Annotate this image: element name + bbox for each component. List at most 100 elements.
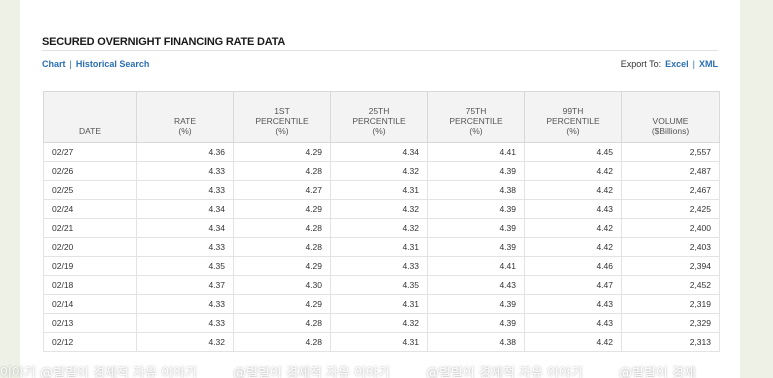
cell-75th-percentile: 4.38	[427, 332, 525, 352]
watermark-text: @벌벌이 경제적 자유 이야기	[232, 366, 390, 378]
cell-99th-percentile: 4.46	[524, 256, 622, 276]
column-header-line: 75TH	[465, 106, 487, 116]
column-header-date: DATE	[43, 91, 137, 143]
column-header-99th-percentile: 99TH PERCENTILE (%)	[524, 91, 622, 143]
cell-75th-percentile: 4.39	[427, 237, 525, 257]
cell-1st-percentile: 4.29	[233, 294, 331, 314]
column-header-25th-percentile: 25TH PERCENTILE (%)	[330, 91, 428, 143]
table-row: 02/27 4.36 4.29 4.34 4.41 4.45 2,557	[43, 142, 720, 162]
link-separator: |	[69, 59, 72, 69]
column-header-rate: RATE (%)	[136, 91, 234, 143]
table-body: 02/27 4.36 4.29 4.34 4.41 4.45 2,557 02/26 4.33 4…	[43, 142, 720, 352]
cell-date: 02/18	[43, 275, 137, 295]
cell-25th-percentile: 4.31	[330, 237, 428, 257]
table-row: 02/26 4.33 4.28 4.32 4.39 4.42 2,487	[43, 161, 720, 181]
column-header-line: 25TH	[368, 106, 390, 116]
cell-rate: 4.33	[136, 180, 234, 200]
cell-99th-percentile: 4.45	[524, 142, 622, 162]
cell-25th-percentile: 4.31	[330, 294, 428, 314]
watermark-text: @벌벌이 경제적 자유 이야기	[425, 366, 583, 378]
page-title: SECURED OVERNIGHT FINANCING RATE DATA	[42, 36, 286, 48]
cell-75th-percentile: 4.39	[427, 218, 525, 238]
cell-75th-percentile: 4.38	[427, 180, 525, 200]
column-header-line: RATE	[173, 116, 197, 126]
cell-volume: 2,487	[621, 161, 720, 181]
cell-volume: 2,400	[621, 218, 720, 238]
cell-date: 02/20	[43, 237, 137, 257]
cell-rate: 4.33	[136, 161, 234, 181]
export-excel-link[interactable]: Excel	[665, 59, 689, 69]
cell-75th-percentile: 4.43	[427, 275, 525, 295]
column-header-75th-percentile: 75TH PERCENTILE (%)	[427, 91, 525, 143]
cell-25th-percentile: 4.32	[330, 199, 428, 219]
column-header-line: (%)	[469, 126, 483, 136]
table-row: 02/12 4.32 4.28 4.31 4.38 4.42 2,313	[43, 332, 720, 352]
cell-99th-percentile: 4.43	[524, 199, 622, 219]
cell-1st-percentile: 4.28	[233, 161, 331, 181]
cell-date: 02/13	[43, 313, 137, 333]
cell-1st-percentile: 4.29	[233, 199, 331, 219]
cell-75th-percentile: 4.39	[427, 313, 525, 333]
table-row: 02/24 4.34 4.29 4.32 4.39 4.43 2,425	[43, 199, 720, 219]
cell-75th-percentile: 4.41	[427, 142, 525, 162]
historical-search-link[interactable]: Historical Search	[76, 59, 150, 69]
table-row: 02/19 4.35 4.29 4.33 4.41 4.46 2,394	[43, 256, 720, 276]
watermark-text: 이야기 @벌벌이 경제적 자유 이야기	[0, 366, 197, 378]
cell-volume: 2,319	[621, 294, 720, 314]
cell-99th-percentile: 4.43	[524, 294, 622, 314]
export-label: Export To:	[620, 59, 662, 69]
cell-volume: 2,329	[621, 313, 720, 333]
cell-rate: 4.35	[136, 256, 234, 276]
cell-date: 02/19	[43, 256, 137, 276]
cell-rate: 4.36	[136, 142, 234, 162]
column-header-line: PERCENTILE	[546, 116, 600, 126]
cell-rate: 4.34	[136, 218, 234, 238]
column-header-line: PERCENTILE	[255, 116, 309, 126]
cell-rate: 4.34	[136, 199, 234, 219]
cell-date: 02/12	[43, 332, 137, 352]
cell-date: 02/21	[43, 218, 137, 238]
cell-volume: 2,394	[621, 256, 720, 276]
cell-volume: 2,467	[621, 180, 720, 200]
cell-1st-percentile: 4.29	[233, 142, 331, 162]
cell-99th-percentile: 4.42	[524, 218, 622, 238]
column-header-line: 1ST	[274, 106, 290, 116]
column-header-line: ($Billions)	[651, 126, 690, 136]
title-divider	[42, 50, 718, 51]
view-links: Chart | Historical Search	[42, 59, 149, 69]
export-xml-link[interactable]: XML	[699, 59, 718, 69]
cell-volume: 2,425	[621, 199, 720, 219]
cell-1st-percentile: 4.28	[233, 237, 331, 257]
column-header-line: PERCENTILE	[449, 116, 503, 126]
column-header-line: (%)	[566, 126, 580, 136]
cell-75th-percentile: 4.39	[427, 161, 525, 181]
cell-rate: 4.33	[136, 237, 234, 257]
cell-99th-percentile: 4.42	[524, 237, 622, 257]
chart-link[interactable]: Chart	[42, 59, 66, 69]
cell-25th-percentile: 4.33	[330, 256, 428, 276]
cell-date: 02/26	[43, 161, 137, 181]
cell-1st-percentile: 4.27	[233, 180, 331, 200]
column-header-volume: VOLUME ($Billions)	[621, 91, 720, 143]
table-row: 02/21 4.34 4.28 4.32 4.39 4.42 2,400	[43, 218, 720, 238]
cell-volume: 2,313	[621, 332, 720, 352]
table-row: 02/25 4.33 4.27 4.31 4.38 4.42 2,467	[43, 180, 720, 200]
cell-1st-percentile: 4.28	[233, 218, 331, 238]
cell-25th-percentile: 4.32	[330, 218, 428, 238]
cell-99th-percentile: 4.47	[524, 275, 622, 295]
watermark-overlay: 이야기 @벌벌이 경제적 자유 이야기 @벌벌이 경제적 자유 이야기 @벌벌이 경…	[0, 362, 773, 378]
sofr-data-table: DATE RATE (%) 1ST PERCENTILE (%) 25TH PERCENTIL…	[43, 91, 720, 352]
column-header-1st-percentile: 1ST PERCENTILE (%)	[233, 91, 331, 143]
cell-25th-percentile: 4.32	[330, 161, 428, 181]
cell-75th-percentile: 4.41	[427, 256, 525, 276]
cell-99th-percentile: 4.42	[524, 332, 622, 352]
cell-volume: 2,403	[621, 237, 720, 257]
column-header-line: 99TH	[562, 106, 584, 116]
column-header-line: (%)	[178, 126, 192, 136]
table-row: 02/18 4.37 4.30 4.35 4.43 4.47 2,452	[43, 275, 720, 295]
cell-rate: 4.33	[136, 294, 234, 314]
cell-rate: 4.32	[136, 332, 234, 352]
cell-1st-percentile: 4.28	[233, 332, 331, 352]
column-header-line: (%)	[275, 126, 289, 136]
table-row: 02/14 4.33 4.29 4.31 4.39 4.43 2,319	[43, 294, 720, 314]
